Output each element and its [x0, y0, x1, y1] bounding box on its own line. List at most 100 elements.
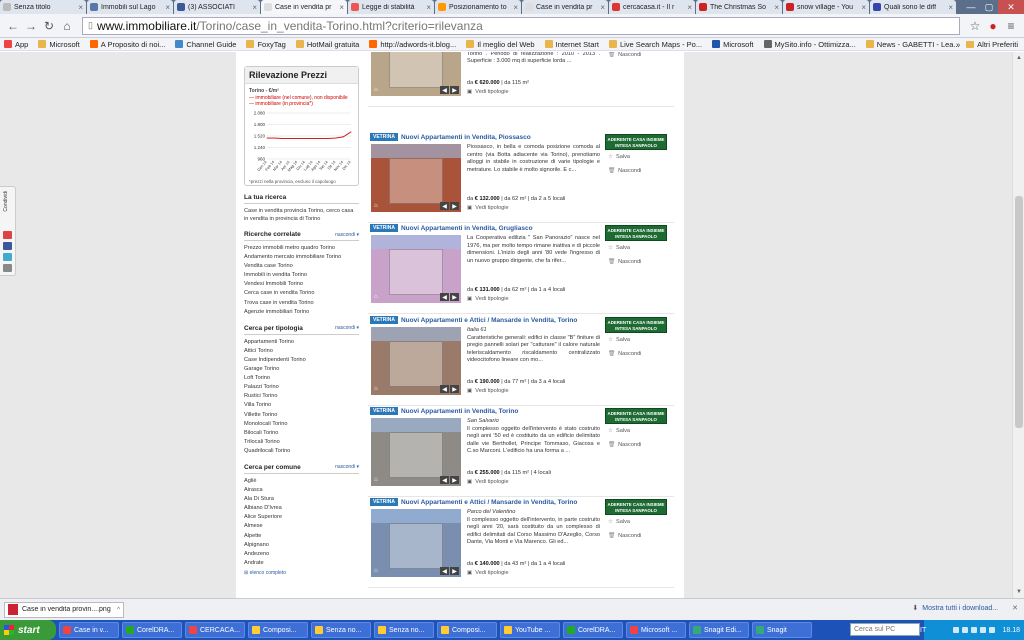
- related-search-link[interactable]: Trova case in vendita Torino: [244, 299, 359, 308]
- close-button[interactable]: ✕: [998, 0, 1024, 14]
- listing-photo[interactable]: ⌂ ◀ ▶: [371, 509, 461, 577]
- listing-photo[interactable]: ⌂ ◀ ▶: [371, 144, 461, 212]
- related-search-link[interactable]: Prezzo immobili metro quadro Torino: [244, 244, 359, 253]
- typology-link[interactable]: Case Indipendenti Torino: [244, 356, 359, 365]
- tab-close-icon[interactable]: ×: [687, 3, 692, 12]
- bookmark-item[interactable]: FoxyTag: [246, 40, 286, 49]
- typology-link[interactable]: Bilocali Torino: [244, 429, 359, 438]
- municipality-link[interactable]: Airasca: [244, 486, 359, 495]
- bookmark-item[interactable]: Live Search Maps - Po...: [608, 40, 702, 49]
- typology-link[interactable]: Villa Torino: [244, 401, 359, 410]
- browser-tab[interactable]: Senza titolo ×: [0, 0, 86, 14]
- typology-link[interactable]: Palazzi Torino: [244, 383, 359, 392]
- related-search-link[interactable]: Andamento mercato immobiliare Torino: [244, 253, 359, 262]
- next-photo-button[interactable]: ▶: [450, 385, 459, 393]
- related-search-link[interactable]: Immobili in vendita Torino: [244, 271, 359, 280]
- taskbar-button[interactable]: Senza no...: [374, 622, 434, 638]
- related-search-link[interactable]: Agenzie immobiliari Torino: [244, 308, 359, 317]
- taskbar-button[interactable]: CERCACA...: [185, 622, 245, 638]
- taskbar-button[interactable]: Composi...: [248, 622, 308, 638]
- municipality-link[interactable]: Albiano D'Ivrea: [244, 504, 359, 513]
- prev-photo-button[interactable]: ◀: [440, 202, 449, 210]
- prev-photo-button[interactable]: ◀: [440, 293, 449, 301]
- taskbar-button[interactable]: CorelDRA...: [122, 622, 182, 638]
- browser-tab[interactable]: Posizionamento to ×: [435, 0, 521, 14]
- tab-close-icon[interactable]: ×: [165, 3, 170, 12]
- prev-photo-button[interactable]: ◀: [440, 476, 449, 484]
- next-photo-button[interactable]: ▶: [450, 86, 459, 94]
- taskbar-button[interactable]: YouTube ...: [500, 622, 560, 638]
- hide-button[interactable]: 🗑 Nascondi: [608, 442, 641, 448]
- hide-button[interactable]: 🗑 Nascondi: [608, 351, 641, 357]
- scroll-down-arrow[interactable]: ▼: [1013, 586, 1024, 598]
- page-scrollbar[interactable]: ▲ ▼: [1012, 52, 1024, 598]
- intesa-sanpaolo-badge[interactable]: ADERENTE CASA INSIEME INTESA SANPAOLO: [605, 225, 667, 241]
- download-item[interactable]: Case in vendita provin....png ^: [4, 601, 124, 618]
- bookmark-item[interactable]: Internet Start: [544, 40, 599, 49]
- next-photo-button[interactable]: ▶: [450, 476, 459, 484]
- typology-link[interactable]: Garage Torino: [244, 365, 359, 374]
- related-search-link[interactable]: Vendesi Immobili Torino: [244, 280, 359, 289]
- save-button[interactable]: ☆ Salva: [608, 428, 630, 434]
- prev-photo-button[interactable]: ◀: [440, 385, 449, 393]
- taskbar-button[interactable]: Microsoft ...: [626, 622, 686, 638]
- bookmark-item[interactable]: News - GABETTI - Lea...: [865, 40, 960, 49]
- hide-button[interactable]: 🗑 Nascondi: [608, 533, 641, 539]
- tab-close-icon[interactable]: ×: [252, 3, 257, 12]
- other-bookmarks[interactable]: Altri Preferiti: [977, 40, 1018, 49]
- save-button[interactable]: ☆ Salva: [608, 337, 630, 343]
- next-photo-button[interactable]: ▶: [450, 202, 459, 210]
- related-search-link[interactable]: Cerca case in vendita Torino: [244, 289, 359, 298]
- taskbar-button[interactable]: Snagit: [752, 622, 812, 638]
- extension-icon[interactable]: ●: [984, 17, 1002, 35]
- bookmarks-overflow-icon[interactable]: »: [956, 40, 960, 49]
- tab-close-icon[interactable]: ×: [339, 3, 344, 12]
- municipality-link[interactable]: Ala Di Stura: [244, 495, 359, 504]
- download-chevron-icon[interactable]: ^: [117, 607, 120, 613]
- hide-button[interactable]: 🗑 Nascondi: [608, 259, 641, 265]
- twitter-icon[interactable]: [3, 253, 12, 261]
- elenco-completo-link[interactable]: ⊞ elenco completo: [244, 570, 359, 576]
- bookmark-item[interactable]: MySito.info - Ottimizza...: [763, 40, 856, 49]
- hide-button[interactable]: 🗑 Nascondi: [608, 52, 641, 58]
- municipality-link[interactable]: Almese: [244, 522, 359, 531]
- listing-title[interactable]: Nuovi Appartamenti e Attici / Mansarde i…: [401, 317, 577, 324]
- email-icon[interactable]: [3, 264, 12, 272]
- taskbar-button[interactable]: Senza no...: [311, 622, 371, 638]
- bookmark-item[interactable]: HotMail gratuita: [295, 40, 359, 49]
- save-button[interactable]: ☆ Salva: [608, 519, 630, 525]
- bookmark-star-icon[interactable]: ☆: [966, 17, 984, 35]
- intesa-sanpaolo-badge[interactable]: ADERENTE CASA INSIEME INTESA SANPAOLO: [605, 499, 667, 515]
- typology-link[interactable]: Loft Torino: [244, 374, 359, 383]
- tray-icon[interactable]: [953, 627, 960, 633]
- browser-tab[interactable]: cercacasa.it - Il r ×: [609, 0, 695, 14]
- tab-close-icon[interactable]: ×: [513, 3, 518, 12]
- listing-photo[interactable]: ⌂ ◀ ▶: [371, 235, 461, 303]
- vedi-tipologie-link[interactable]: ▣ Vedi tipologie: [467, 296, 509, 302]
- typology-link[interactable]: Trilocali Torino: [244, 438, 359, 447]
- ricerche-correlate-toggle[interactable]: nascondi ▾: [335, 232, 359, 238]
- taskbar-button[interactable]: Snagit Edi...: [689, 622, 749, 638]
- listing-title[interactable]: Nuovi Appartamenti in Vendita, Torino: [401, 408, 518, 415]
- intesa-sanpaolo-badge[interactable]: ADERENTE CASA INSIEME INTESA SANPAOLO: [605, 408, 667, 424]
- maximize-button[interactable]: ▢: [980, 0, 998, 14]
- bookmark-item[interactable]: Microsoft: [712, 40, 754, 49]
- show-all-downloads-link[interactable]: Mostra tutti i download...: [922, 605, 998, 612]
- prev-photo-button[interactable]: ◀: [440, 567, 449, 575]
- comune-toggle[interactable]: nascondi ▾: [335, 464, 359, 470]
- home-button[interactable]: ⌂: [58, 17, 76, 35]
- language-indicator[interactable]: IT: [920, 627, 926, 634]
- listing-photo[interactable]: ⌂ ◀ ▶: [371, 52, 461, 96]
- back-button[interactable]: ←: [4, 17, 22, 35]
- listing-title[interactable]: Nuovi Appartamenti in Vendita, Piossasco: [401, 134, 531, 141]
- browser-tab[interactable]: Immobili sul Lago ×: [87, 0, 173, 14]
- municipality-link[interactable]: Alpette: [244, 532, 359, 541]
- tab-close-icon[interactable]: ×: [600, 3, 605, 12]
- browser-tab[interactable]: Legge di stabilità ×: [348, 0, 434, 14]
- typology-link[interactable]: Quadrilocali Torino: [244, 447, 359, 456]
- minimize-button[interactable]: —: [962, 0, 980, 14]
- tray-icon[interactable]: [989, 627, 996, 633]
- typology-link[interactable]: Villette Torino: [244, 411, 359, 420]
- tray-icon[interactable]: [962, 627, 969, 633]
- vedi-tipologie-link[interactable]: ▣ Vedi tipologie: [467, 570, 509, 576]
